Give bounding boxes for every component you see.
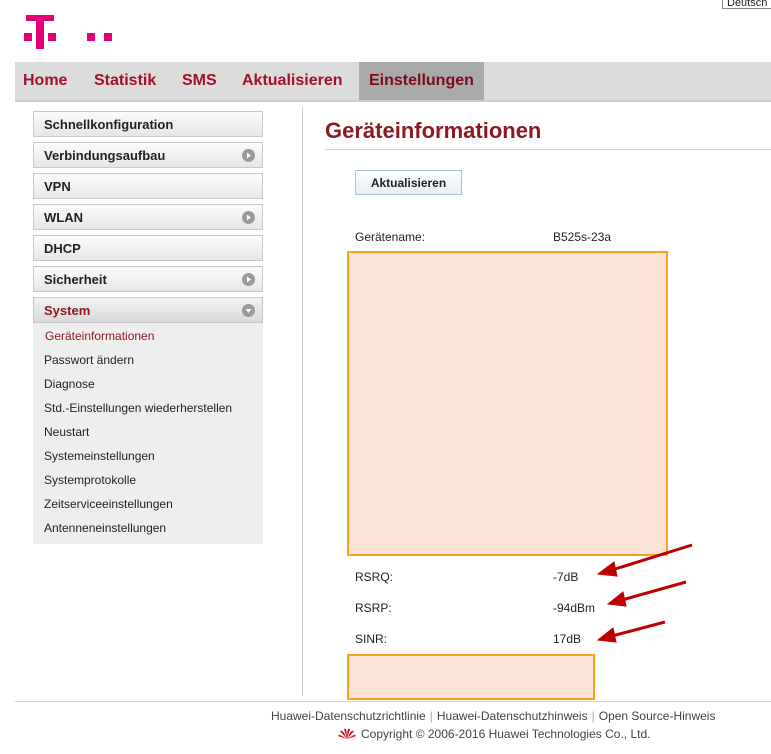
copyright-text: Copyright © 2006-2016 Huawei Technologie…: [361, 727, 651, 741]
privacy-policy-link[interactable]: Huawei-Datenschutzrichtlinie: [271, 709, 426, 723]
arrow-icon: [596, 543, 693, 577]
arrow-icon: [596, 620, 666, 643]
separator: |: [591, 709, 595, 723]
annotation-arrows: [596, 543, 693, 643]
separator: |: [429, 709, 433, 723]
footer-links: Huawei-Datenschutzrichtlinie | Huawei-Date…: [271, 709, 715, 723]
arrow-icon: [606, 580, 687, 607]
huawei-logo-icon: [338, 728, 356, 739]
copyright: Copyright © 2006-2016 Huawei Technologie…: [338, 727, 650, 741]
footer-divider: [15, 701, 771, 702]
open-source-link[interactable]: Open Source-Hinweis: [599, 709, 716, 723]
privacy-notice-link[interactable]: Huawei-Datenschutzhinweis: [437, 709, 588, 723]
